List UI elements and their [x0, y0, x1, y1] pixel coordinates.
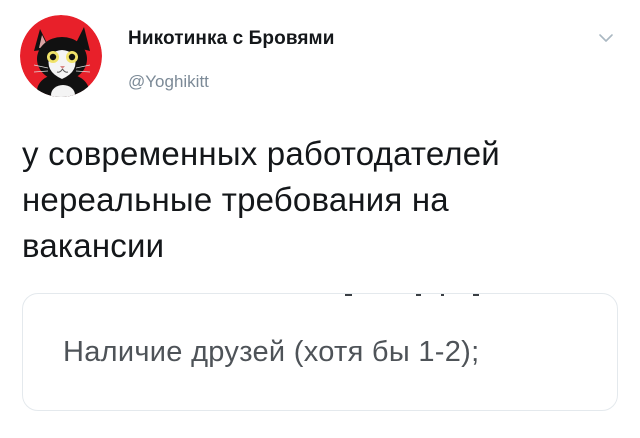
tweet: Никотинка с Бровями @Yoghikitt у совреме… [0, 0, 640, 438]
author-display-name[interactable]: Никотинка с Бровями [128, 28, 334, 50]
tweet-text: у современных работодателей нереальные т… [22, 135, 500, 264]
avatar-image [20, 15, 102, 97]
author-handle[interactable]: @Yoghikitt [128, 72, 209, 92]
cat-avatar-icon[interactable] [20, 15, 102, 97]
quoted-card[interactable]: Наличие друзей (хотя бы 1-2); [22, 293, 618, 411]
chevron-down-icon[interactable] [596, 31, 616, 45]
quoted-card-text: Наличие друзей (хотя бы 1-2); [63, 336, 480, 368]
chevron-down-glyph [599, 34, 613, 42]
cropped-text-remnant [345, 294, 479, 296]
